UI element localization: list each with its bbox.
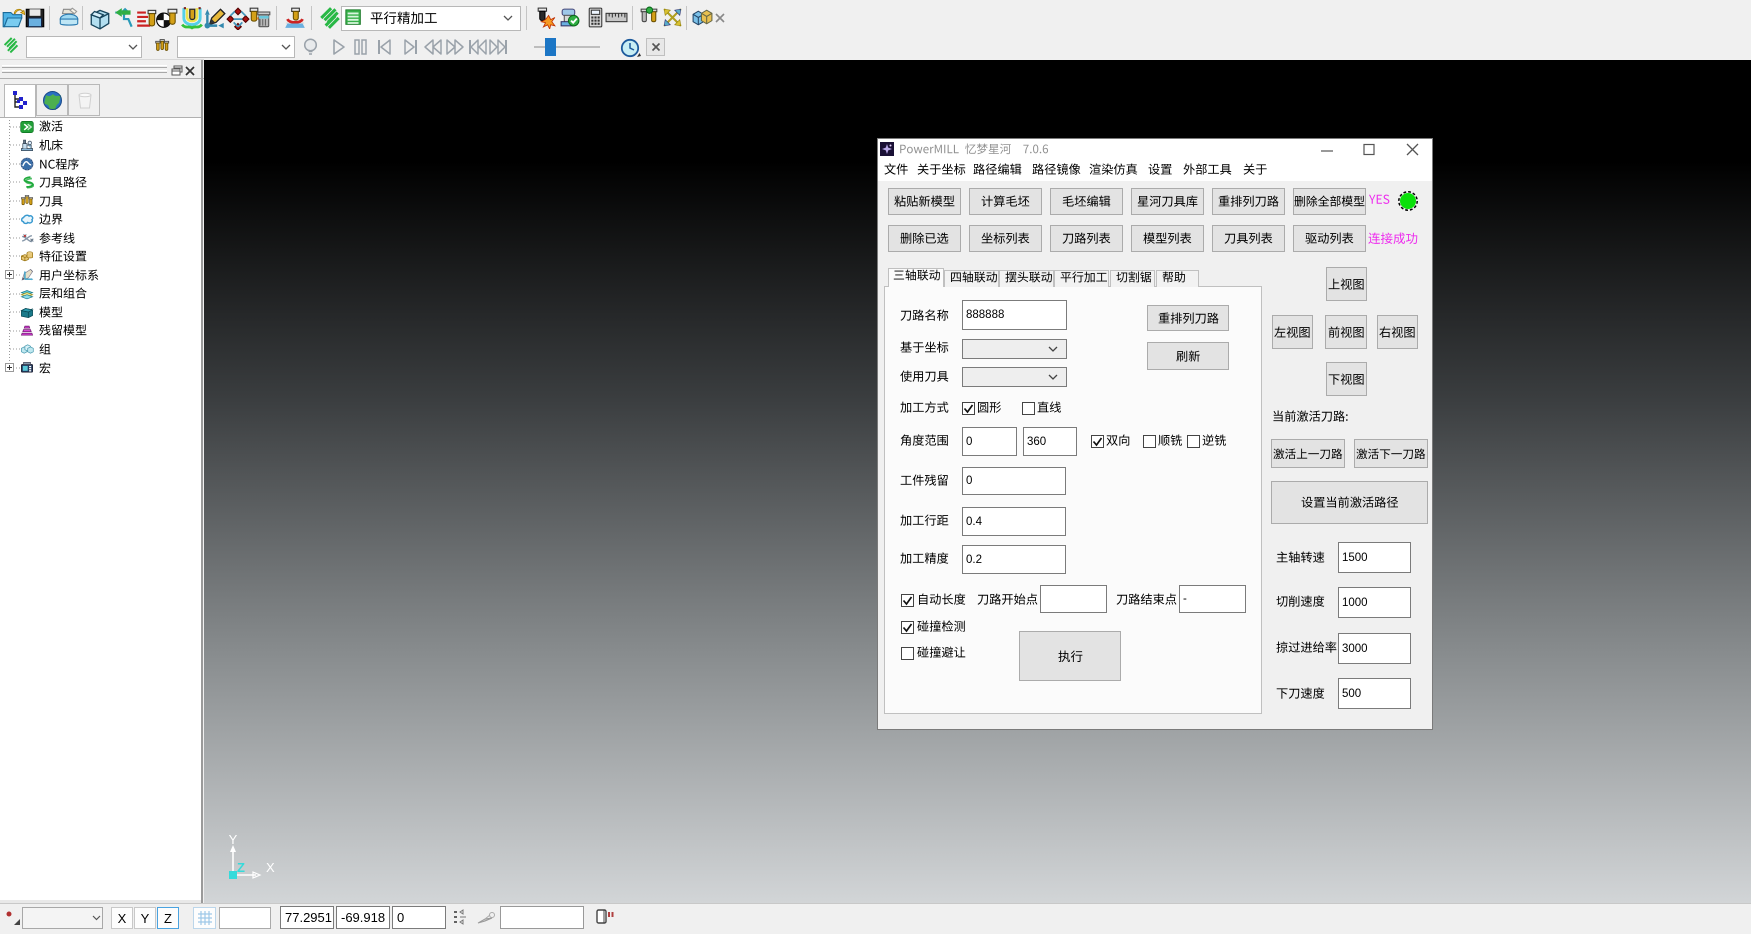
svg-text:Z: Z — [237, 860, 245, 875]
svg-text:X: X — [266, 860, 275, 875]
svg-text:Y: Y — [229, 832, 238, 847]
